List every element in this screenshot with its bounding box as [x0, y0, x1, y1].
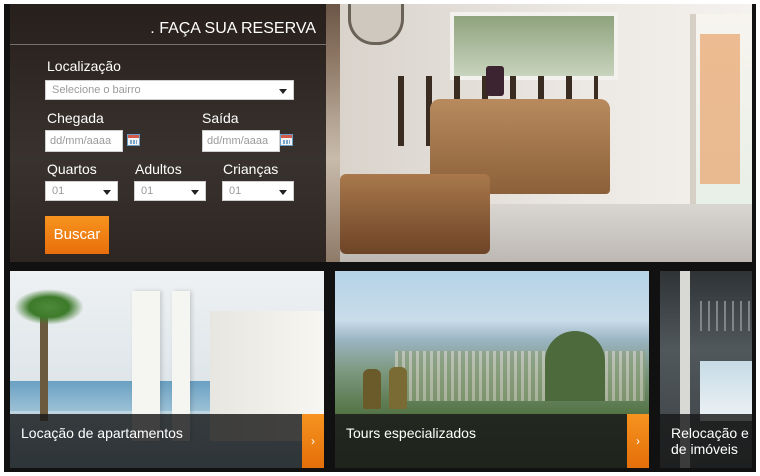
location-select[interactable]: Selecione o bairro — [45, 80, 294, 100]
card-image-hiker — [389, 367, 407, 409]
card-caption-bar: Relocação e de imóveis — [660, 414, 752, 468]
card-apartment-rental[interactable]: Locação de apartamentos › — [10, 271, 324, 468]
card-image-hiker — [363, 369, 381, 409]
chevron-down-icon — [103, 190, 111, 195]
rooms-select[interactable]: 01 — [45, 181, 118, 201]
chevron-down-icon — [191, 190, 199, 195]
hero-door — [700, 34, 740, 184]
search-button[interactable]: Buscar — [45, 216, 109, 254]
card-image-railing — [700, 301, 752, 331]
checkout-label: Saída — [202, 110, 239, 126]
card-title: Relocação e de imóveis — [671, 425, 749, 457]
card-specialized-tours[interactable]: Tours especializados › — [335, 271, 649, 468]
chevron-down-icon — [279, 89, 287, 94]
card-title: Locação de apartamentos — [21, 425, 183, 441]
card-arrow-button[interactable]: › — [627, 414, 649, 468]
card-image-fronds — [14, 289, 84, 325]
rooms-label: Quartos — [47, 161, 97, 177]
adults-select[interactable]: 01 — [134, 181, 206, 201]
children-label: Crianças — [223, 161, 279, 177]
checkin-date-input[interactable]: dd/mm/aaaa — [45, 130, 123, 152]
card-image-city — [395, 351, 645, 401]
card-image-mountain — [545, 331, 605, 401]
children-select[interactable]: 01 — [222, 181, 294, 201]
checkout-date-input[interactable]: dd/mm/aaaa — [202, 130, 280, 152]
reservation-header: . FAÇA SUA RESERVA — [10, 10, 326, 45]
chevron-down-icon — [279, 190, 287, 195]
calendar-icon[interactable] — [127, 134, 140, 146]
card-arrow-button[interactable]: › — [302, 414, 324, 468]
card-title-line1: Relocação e — [671, 425, 749, 441]
hero-vase — [486, 66, 504, 96]
card-title: Tours especializados — [346, 425, 476, 441]
children-select-value: 01 — [229, 185, 242, 197]
adults-label: Adultos — [135, 161, 182, 177]
card-image-window — [700, 361, 752, 421]
card-relocation[interactable]: Relocação e de imóveis — [660, 271, 752, 468]
checkin-label: Chegada — [47, 110, 104, 126]
location-label: Localização — [47, 58, 121, 74]
checkout-date-placeholder: dd/mm/aaaa — [207, 135, 269, 147]
adults-select-value: 01 — [141, 185, 154, 197]
card-title-line2: de imóveis — [671, 441, 738, 457]
card-caption-bar: Locação de apartamentos — [10, 414, 324, 468]
checkin-date-placeholder: dd/mm/aaaa — [50, 135, 112, 147]
card-caption-bar: Tours especializados — [335, 414, 649, 468]
location-select-value: Selecione o bairro — [52, 84, 141, 96]
reservation-panel: . FAÇA SUA RESERVA Localização Selecione… — [10, 4, 326, 262]
reservation-title: . FAÇA SUA RESERVA — [150, 20, 316, 37]
hero-window — [450, 12, 618, 80]
hero-sofa-arm — [340, 174, 490, 254]
calendar-icon[interactable] — [280, 134, 293, 146]
rooms-select-value: 01 — [52, 185, 65, 197]
